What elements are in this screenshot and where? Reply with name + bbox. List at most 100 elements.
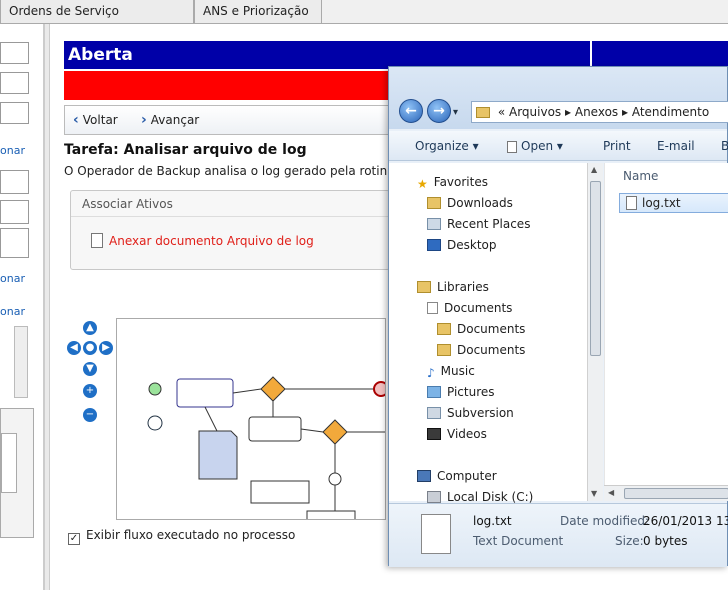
nav-scrollbar[interactable]: ▲ ▼ [587, 163, 603, 501]
libraries-icon [417, 281, 431, 293]
drive-icon [427, 491, 441, 503]
nav-libraries[interactable]: Libraries [417, 280, 489, 294]
burn-button[interactable]: B [721, 139, 728, 153]
history-dropdown-icon[interactable]: ▾ [453, 107, 458, 118]
nav-documents-sub-2[interactable]: Documents [437, 343, 525, 357]
breadcrumb-atendimento[interactable]: Atendimento [632, 105, 709, 119]
select-link[interactable]: onar [0, 305, 25, 318]
navigation-bar: ‹ Voltar › Avançar [64, 105, 394, 135]
details-modified-label: Date modified: [560, 514, 650, 528]
nav-videos[interactable]: Videos [427, 427, 487, 441]
form-field[interactable] [0, 170, 29, 194]
scrollbar-thumb[interactable] [590, 181, 601, 356]
nav-documents[interactable]: Documents [427, 301, 512, 315]
address-prefix: « [497, 105, 506, 119]
chevron-left-icon: ‹ [73, 112, 79, 128]
nav-label: Downloads [447, 196, 513, 210]
scroll-left-icon[interactable]: ◀ [608, 488, 614, 497]
zoom-in-icon[interactable]: + [83, 384, 97, 398]
nav-label: Videos [447, 427, 487, 441]
tab-service-orders[interactable]: Ordens de Serviço associadas [0, 0, 194, 41]
status-title: Aberta [68, 45, 133, 65]
nav-label: Desktop [447, 238, 497, 252]
form-field[interactable] [0, 72, 29, 94]
file-list-hscrollbar[interactable]: ◀ [604, 485, 728, 501]
nav-music[interactable]: ♪ Music [427, 364, 475, 380]
email-button[interactable]: E-mail [657, 139, 695, 153]
nav-downloads[interactable]: Downloads [427, 196, 513, 210]
nav-label: Documents [457, 343, 526, 357]
scroll-up-icon[interactable]: ▲ [591, 165, 597, 174]
back-button[interactable]: ‹ Voltar [73, 112, 118, 128]
tab-label: ANS e Priorização [203, 4, 309, 18]
attach-log-label: Anexar documento Arquivo de log [109, 234, 314, 248]
pictures-icon [427, 386, 441, 398]
details-size-value: 0 bytes [643, 534, 688, 548]
organize-button[interactable]: Organize ▾ [415, 139, 479, 153]
nav-favorites[interactable]: ★ Favorites [417, 175, 488, 191]
process-diagram[interactable] [116, 318, 386, 520]
nav-computer[interactable]: Computer [417, 469, 497, 483]
form-field[interactable] [0, 228, 29, 258]
zoom-out-icon[interactable]: − [83, 408, 97, 422]
downloads-folder-icon [427, 197, 441, 209]
select-link[interactable]: onar [0, 272, 25, 285]
details-pane: log.txt Text Document Date modified: 26/… [389, 503, 728, 567]
checkbox-icon: ✓ [68, 533, 80, 545]
show-flow-label: Exibir fluxo executado no processo [86, 528, 296, 542]
details-type: Text Document [473, 534, 564, 548]
nav-subversion[interactable]: Subversion [427, 406, 514, 420]
nav-documents-sub-1[interactable]: Documents [437, 322, 525, 336]
center-icon[interactable]: ● [83, 341, 97, 355]
file-list: Name log.txt [604, 163, 728, 501]
back-arrow-icon[interactable]: ← [399, 99, 423, 123]
subpanel-field[interactable] [1, 433, 17, 493]
pan-down-icon[interactable]: ▼ [83, 362, 97, 376]
forward-button[interactable]: › Avançar [141, 112, 199, 128]
header-divider [590, 41, 592, 69]
document-icon [507, 141, 517, 153]
tab-sla-priority[interactable]: ANS e Priorização [194, 0, 322, 24]
pan-up-icon[interactable]: ▲ [83, 321, 97, 335]
form-field[interactable] [0, 102, 29, 124]
star-icon: ★ [417, 177, 428, 191]
chevron-right-icon: › [141, 112, 147, 128]
nav-label: Music [440, 364, 475, 378]
text-document-icon [421, 514, 451, 554]
burn-label: B [721, 139, 728, 153]
nav-label: Pictures [447, 385, 495, 399]
email-label: E-mail [657, 139, 695, 153]
details-size-label: Size: [615, 534, 644, 548]
nav-desktop[interactable]: Desktop [427, 238, 497, 252]
list-scrollbar[interactable] [14, 326, 28, 398]
file-item-log[interactable]: log.txt [619, 193, 728, 213]
computer-icon [417, 470, 431, 482]
details-filename: log.txt [473, 514, 512, 528]
scroll-down-icon[interactable]: ▼ [591, 489, 597, 498]
show-flow-checkbox[interactable]: ✓ Exibir fluxo executado no processo [68, 528, 295, 545]
task-title: Tarefa: Analisar arquivo de log [64, 142, 307, 158]
nav-local-disk[interactable]: Local Disk (C:) [427, 490, 533, 504]
form-field[interactable] [0, 200, 29, 224]
print-button[interactable]: Print [603, 139, 631, 153]
open-button[interactable]: Open ▾ [507, 139, 563, 153]
print-label: Print [603, 139, 631, 153]
nav-pictures[interactable]: Pictures [427, 385, 495, 399]
column-name-header[interactable]: Name [623, 169, 658, 183]
breadcrumb-separator-icon: ▸ [622, 105, 632, 119]
address-bar[interactable]: « Arquivos ▸ Anexos ▸ Atendimento [471, 101, 728, 123]
attach-log-link[interactable]: Anexar documento Arquivo de log [91, 233, 314, 248]
breadcrumb-arquivos[interactable]: Arquivos [509, 105, 561, 119]
explorer-titlebar: ← → ▾ « Arquivos ▸ Anexos ▸ Atendimento [389, 67, 728, 129]
scrollbar-thumb[interactable] [624, 488, 728, 499]
form-field[interactable] [0, 42, 29, 64]
associate-assets-panel: Associar Ativos Anexar documento Arquivo… [70, 190, 390, 270]
forward-arrow-icon[interactable]: → [427, 99, 451, 123]
pan-left-icon[interactable]: ◀ [67, 341, 81, 355]
select-link[interactable]: onar [0, 144, 25, 157]
breadcrumb-anexos[interactable]: Anexos [575, 105, 618, 119]
nav-recent-places[interactable]: Recent Places [427, 217, 530, 231]
pan-right-icon[interactable]: ▶ [99, 341, 113, 355]
assets-header: Associar Ativos [71, 191, 389, 217]
chevron-down-icon: ▾ [556, 139, 563, 153]
